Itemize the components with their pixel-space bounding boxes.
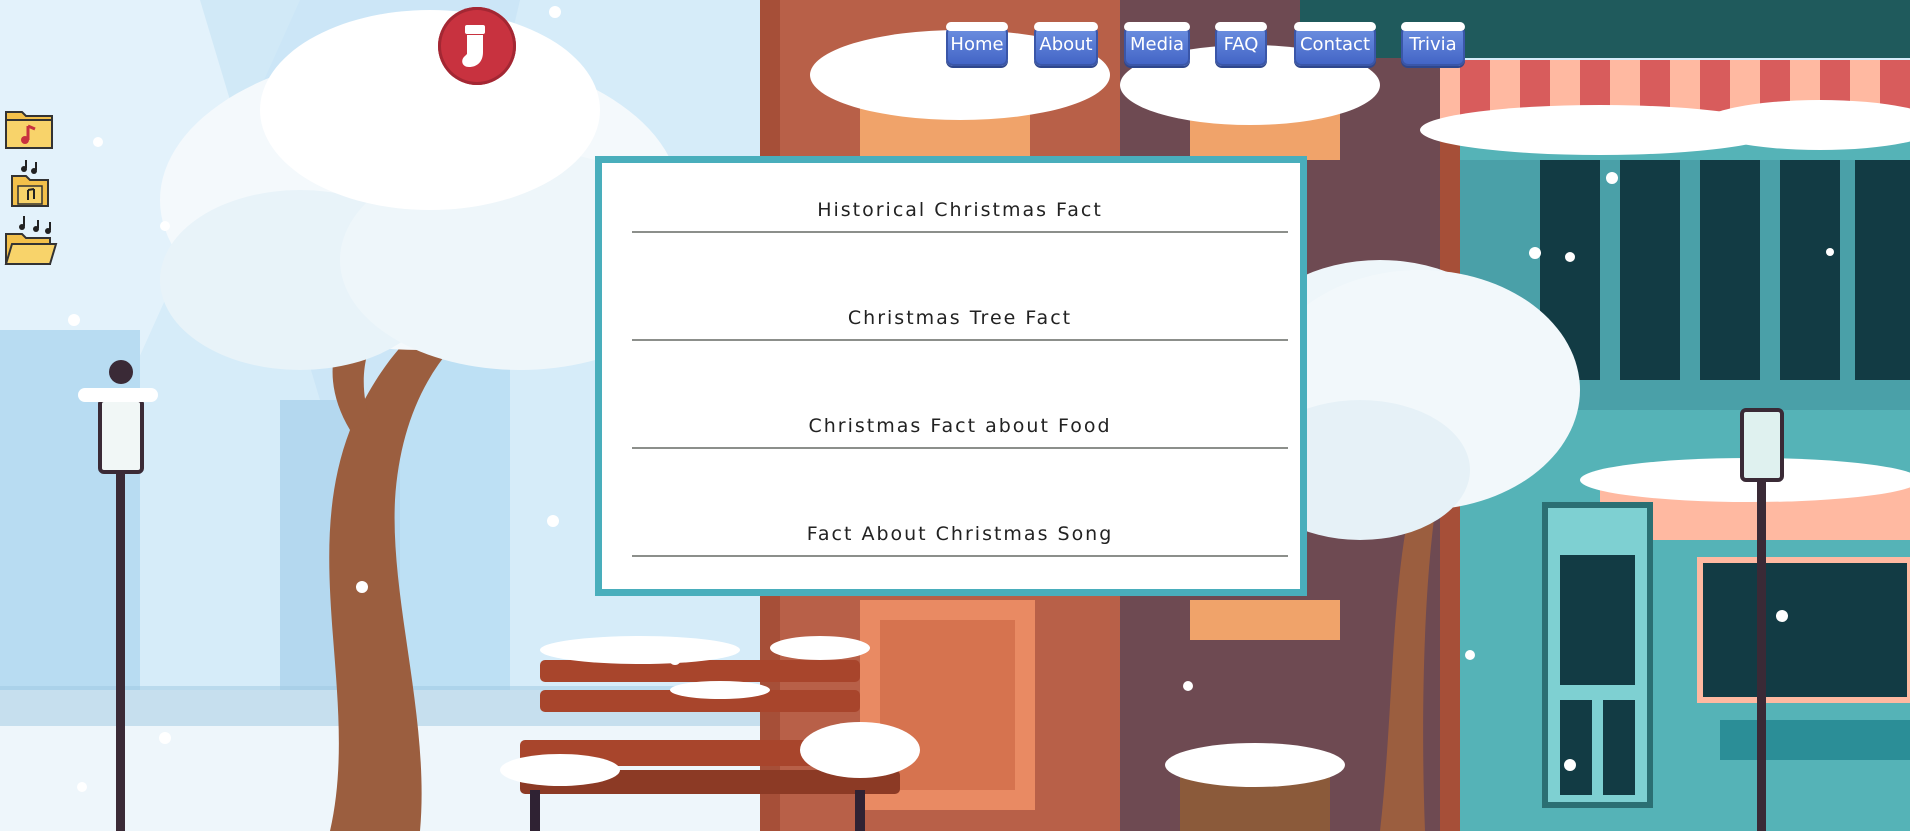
fact-tree-link[interactable]: Christmas Tree Fact: [632, 301, 1288, 341]
nav-media-button[interactable]: Media: [1124, 22, 1190, 66]
stocking-icon: [462, 25, 485, 67]
fact-historical-link[interactable]: Historical Christmas Fact: [632, 193, 1288, 233]
open-music-folder-icon[interactable]: [4, 214, 58, 266]
nav-contact-button[interactable]: Contact: [1294, 22, 1376, 66]
stocking-logo[interactable]: [438, 7, 516, 85]
nav-about-button[interactable]: About: [1034, 22, 1098, 66]
nav-home-button[interactable]: Home: [946, 22, 1008, 66]
nav-trivia-button[interactable]: Trivia: [1401, 22, 1465, 66]
fact-song-link[interactable]: Fact About Christmas Song: [632, 517, 1288, 557]
nav-faq-button[interactable]: FAQ: [1215, 22, 1267, 66]
christmas-facts-panel: Historical Christmas Fact Christmas Tree…: [595, 156, 1307, 596]
music-note-folder-icon[interactable]: [4, 158, 56, 207]
fact-food-link[interactable]: Christmas Fact about Food: [632, 409, 1288, 449]
music-folder-icon[interactable]: [4, 104, 56, 150]
